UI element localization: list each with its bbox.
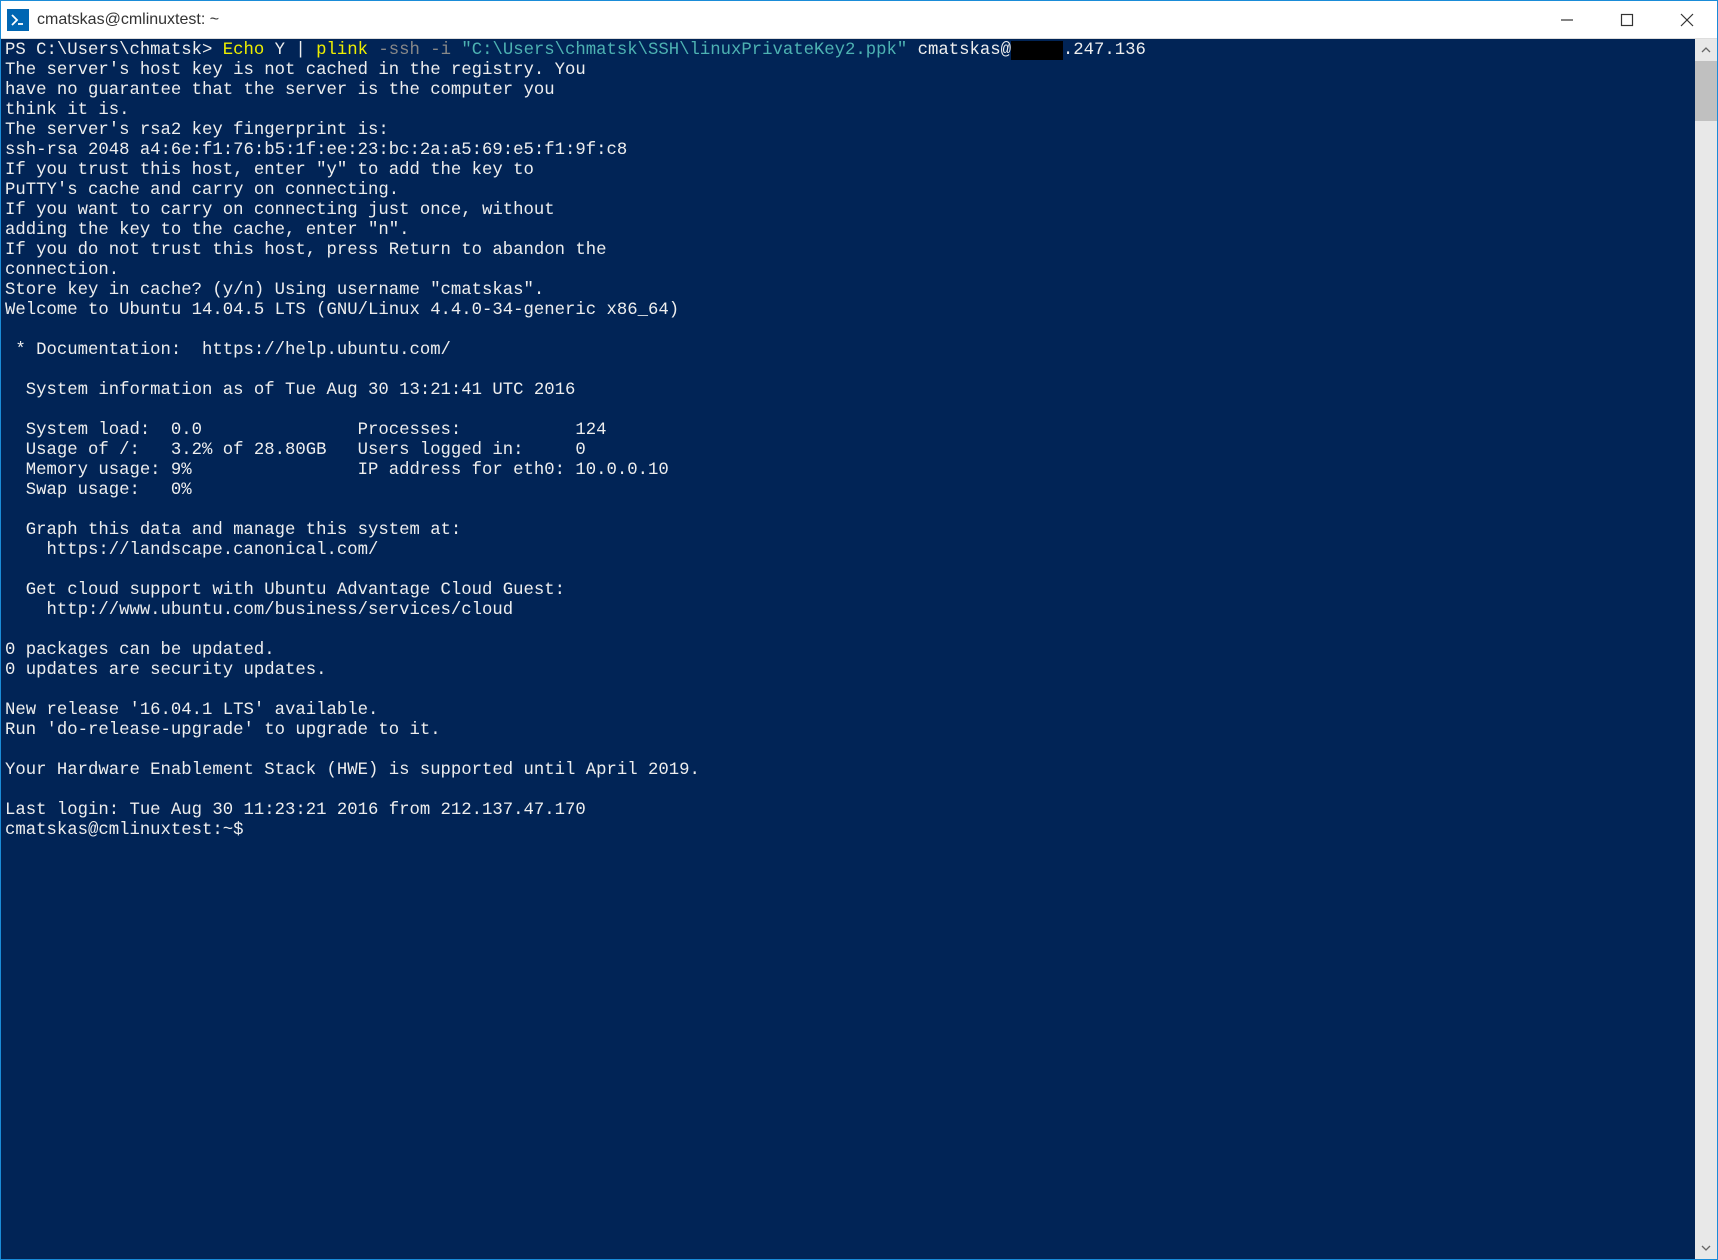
output-line: 0 packages can be updated. [5, 641, 275, 660]
minimize-button[interactable] [1537, 1, 1597, 38]
output-line: The server's rsa2 key fingerprint is: [5, 121, 389, 140]
cmd-plink: plink [316, 41, 378, 60]
output-line: Run 'do-release-upgrade' to upgrade to i… [5, 721, 441, 740]
scroll-down-button[interactable] [1695, 1237, 1717, 1259]
maximize-button[interactable] [1597, 1, 1657, 38]
output-line: https://landscape.canonical.com/ [5, 541, 378, 560]
scroll-track[interactable] [1695, 61, 1717, 1237]
output-line: Welcome to Ubuntu 14.04.5 LTS (GNU/Linux… [5, 301, 679, 320]
output-line: think it is. [5, 101, 129, 120]
redacted-ip: XXXXX [1011, 41, 1063, 60]
output-line: The server's host key is not cached in t… [5, 61, 586, 80]
output-line: PuTTY's cache and carry on connecting. [5, 181, 399, 200]
output-line: Your Hardware Enablement Stack (HWE) is … [5, 761, 700, 780]
minimize-icon [1560, 13, 1574, 27]
close-button[interactable] [1657, 1, 1717, 38]
vertical-scrollbar[interactable] [1695, 39, 1717, 1259]
chevron-up-icon [1701, 47, 1711, 53]
output-line: connection. [5, 261, 119, 280]
cmd-pipe: | [295, 41, 316, 60]
scroll-up-button[interactable] [1695, 39, 1717, 61]
window-controls [1537, 1, 1717, 38]
scroll-thumb[interactable] [1695, 61, 1717, 121]
prompt-ps: PS C:\Users\chmatsk> [5, 41, 223, 60]
window-title: cmatskas@cmlinuxtest: ~ [37, 11, 1537, 29]
titlebar[interactable]: cmatskas@cmlinuxtest: ~ [1, 1, 1717, 39]
cmd-userhost-post: .247.136 [1063, 41, 1146, 60]
remote-prompt: cmatskas@cmlinuxtest:~$ [5, 821, 244, 840]
maximize-icon [1620, 13, 1634, 27]
output-line: Get cloud support with Ubuntu Advantage … [5, 581, 565, 600]
output-line: Graph this data and manage this system a… [5, 521, 461, 540]
output-line: If you trust this host, enter "y" to add… [5, 161, 534, 180]
output-line: If you want to carry on connecting just … [5, 201, 555, 220]
terminal-window: cmatskas@cmlinuxtest: ~ PS C:\Users\chma… [0, 0, 1718, 1260]
output-line: System load: 0.0 Processes: 124 [5, 421, 607, 440]
output-line: Last login: Tue Aug 30 11:23:21 2016 fro… [5, 801, 586, 820]
output-line: If you do not trust this host, press Ret… [5, 241, 607, 260]
terminal-body: PS C:\Users\chmatsk> Echo Y | plink -ssh… [1, 39, 1717, 1259]
cmd-keypath: "C:\Users\chmatsk\SSH\linuxPrivateKey2.p… [461, 41, 907, 60]
close-icon [1680, 13, 1694, 27]
output-line: Memory usage: 9% IP address for eth0: 10… [5, 461, 669, 480]
cmd-flags: -ssh -i [378, 41, 461, 60]
output-line: New release '16.04.1 LTS' available. [5, 701, 378, 720]
output-line: adding the key to the cache, enter "n". [5, 221, 409, 240]
output-line: have no guarantee that the server is the… [5, 81, 555, 100]
powershell-icon [7, 9, 29, 31]
cmd-echo: Echo [223, 41, 264, 60]
output-line: 0 updates are security updates. [5, 661, 326, 680]
output-line: Swap usage: 0% [5, 481, 192, 500]
cmd-userhost-pre: cmatskas@ [907, 41, 1011, 60]
output-line: http://www.ubuntu.com/business/services/… [5, 601, 513, 620]
output-line: Usage of /: 3.2% of 28.80GB Users logged… [5, 441, 586, 460]
output-line: Store key in cache? (y/n) Using username… [5, 281, 544, 300]
cmd-y: Y [264, 41, 295, 60]
output-line: * Documentation: https://help.ubuntu.com… [5, 341, 451, 360]
terminal-output[interactable]: PS C:\Users\chmatsk> Echo Y | plink -ssh… [1, 39, 1695, 1259]
output-line: ssh-rsa 2048 a4:6e:f1:76:b5:1f:ee:23:bc:… [5, 141, 627, 160]
chevron-down-icon [1701, 1245, 1711, 1251]
output-line: System information as of Tue Aug 30 13:2… [5, 381, 575, 400]
